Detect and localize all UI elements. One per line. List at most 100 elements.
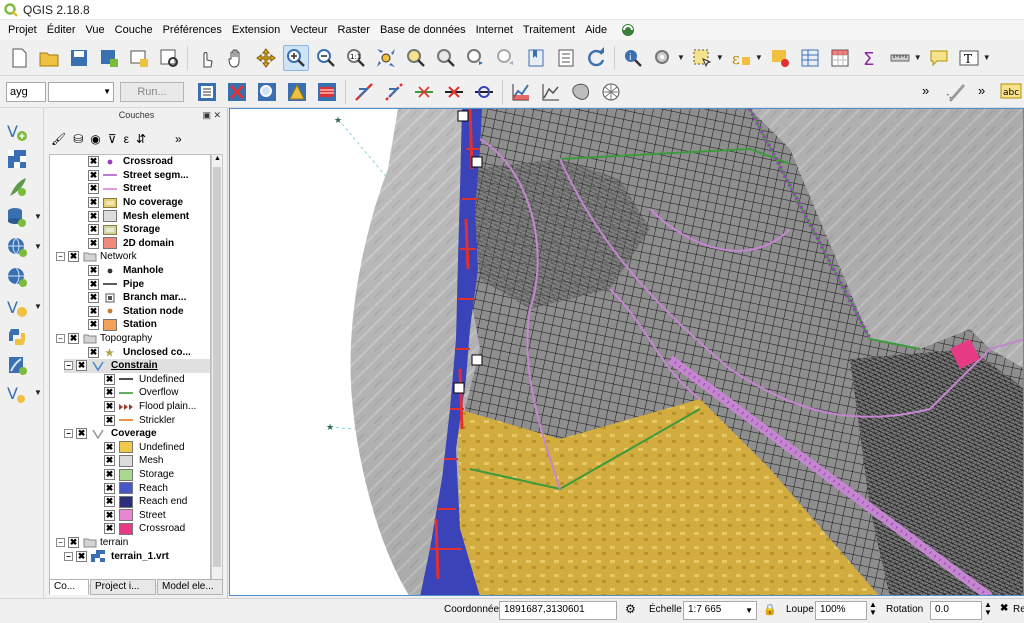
rotation-field[interactable]: 0.0 (930, 601, 982, 620)
select-features-button[interactable] (689, 45, 715, 71)
overflow-line-button[interactable] (411, 79, 437, 105)
layer-visibility-checkbox[interactable]: ✖ (88, 237, 99, 249)
panel-float-close-icons[interactable]: ▣ ✕ (202, 110, 221, 121)
layer-visibility-checkbox[interactable]: ✖ (104, 455, 115, 467)
layer-visibility-checkbox[interactable]: ✖ (88, 183, 99, 195)
layer-row[interactable]: ✖ Street (104, 509, 210, 523)
filter-icon[interactable]: ⊽ (108, 132, 117, 146)
mesh-stack-button[interactable] (314, 79, 340, 105)
add-group-icon[interactable]: ⛁ (73, 132, 83, 146)
layer-row[interactable]: ✖ No coverage (88, 196, 210, 210)
layer-visibility-checkbox[interactable]: ✖ (104, 373, 115, 385)
layer-visibility-checkbox[interactable]: ✖ (76, 550, 87, 562)
layer-group-row[interactable]: − ✖ Network (56, 250, 210, 264)
layer-visibility-checkbox[interactable]: ✖ (88, 346, 99, 358)
layer-row[interactable]: ✖ Branch mar... (88, 291, 210, 305)
run-button[interactable]: Run... (120, 81, 184, 102)
layer-visibility-checkbox[interactable]: ✖ (104, 414, 115, 426)
layer-visibility-checkbox[interactable]: ✖ (88, 278, 99, 290)
add-delimited-text-button[interactable] (5, 174, 33, 200)
layer-row[interactable]: ✖ Reach (104, 481, 210, 495)
chevron-down-icon[interactable]: ▼ (983, 53, 991, 62)
tab-couches[interactable]: Co... (49, 579, 89, 595)
expand-collapse-icon[interactable]: − (56, 538, 65, 548)
layer-row[interactable]: ✖ Street segm... (88, 169, 210, 183)
layer-row[interactable]: ✖ Storage (88, 223, 210, 237)
zoom-last-button[interactable] (463, 45, 489, 71)
layer-visibility-checkbox[interactable]: ✖ (104, 496, 115, 508)
layer-row[interactable]: ✖ Station node (88, 305, 210, 319)
save-project-button[interactable] (66, 45, 92, 71)
cross-section-button[interactable] (538, 79, 564, 105)
plugin-swirl-icon[interactable] (620, 22, 636, 38)
statistical-summary-button[interactable]: Σ (857, 45, 883, 71)
refresh-button[interactable] (583, 45, 609, 71)
draw-constrain-dashed-button[interactable] (381, 79, 407, 105)
composer-manager-button[interactable] (156, 45, 182, 71)
map-canvas[interactable]: ★ ★ (229, 108, 1024, 596)
zoom-out-button[interactable] (313, 45, 339, 71)
algorithm-select[interactable]: ayg (6, 81, 46, 102)
layer-visibility-checkbox[interactable]: ✖ (88, 292, 99, 304)
digitize-pen-icon[interactable] (945, 80, 969, 102)
menu-raster[interactable]: Raster (333, 24, 375, 36)
tab-project-info[interactable]: Project i... (90, 579, 156, 595)
rotation-spinner-icon[interactable]: ▲ ▼ (984, 601, 992, 617)
new-print-composer-button[interactable] (126, 45, 152, 71)
eye-icon[interactable]: ◉ (90, 132, 100, 146)
layer-row[interactable]: ✖ 2D domain (88, 237, 210, 251)
expand-collapse-icon[interactable]: − (56, 334, 65, 344)
menu-vue[interactable]: Vue (81, 24, 110, 36)
menu-internet[interactable]: Internet (471, 24, 518, 36)
delete-mesh-button[interactable] (224, 79, 250, 105)
chevron-down-icon[interactable]: ▼ (677, 53, 685, 62)
layer-visibility-checkbox[interactable]: ✖ (88, 224, 99, 236)
render-checkbox[interactable]: ✖ (1000, 603, 1008, 614)
layer-visibility-checkbox[interactable]: ✖ (104, 441, 115, 453)
layer-visibility-checkbox[interactable]: ✖ (104, 401, 115, 413)
cut-line-button[interactable] (441, 79, 467, 105)
layer-tree-scrollbar[interactable]: ▲ ▼ (211, 154, 223, 586)
layer-row[interactable]: ✖ Station (88, 318, 210, 332)
layer-row[interactable]: ✖ Manhole (88, 264, 210, 278)
identify-button[interactable]: i (620, 45, 646, 71)
layer-group-row[interactable]: − ✖ terrain (56, 536, 210, 550)
expand-collapse-icon[interactable]: − (64, 551, 73, 561)
deselect-all-button[interactable] (767, 45, 793, 71)
layer-row[interactable]: ✖ Strickler (104, 413, 210, 427)
magnifier-spinner-icon[interactable]: ▲ ▼ (869, 601, 877, 617)
layer-visibility-checkbox[interactable]: ✖ (88, 265, 99, 277)
action-button[interactable] (650, 45, 676, 71)
menu-base-de-donnees[interactable]: Base de données (375, 24, 471, 36)
layer-visibility-checkbox[interactable]: ✖ (88, 169, 99, 181)
surface-button[interactable] (568, 79, 594, 105)
new-bookmark-button[interactable] (523, 45, 549, 71)
panel-overflow-button[interactable]: » (175, 132, 182, 146)
layer-visibility-checkbox[interactable]: ✖ (104, 469, 115, 481)
layer-row[interactable]: − ✖ Coverage (64, 427, 210, 441)
label-abc-icon[interactable]: abc (1000, 81, 1022, 101)
menu-couche[interactable]: Couche (110, 24, 158, 36)
layer-row[interactable]: ✖ Mesh element (88, 209, 210, 223)
zoom-in-button[interactable] (283, 44, 309, 71)
menu-editer[interactable]: Éditer (42, 24, 81, 36)
pan-to-selection-button[interactable] (253, 45, 279, 71)
expand-collapse-icon[interactable]: − (64, 361, 73, 371)
layer-row[interactable]: ✖ Street (88, 182, 210, 196)
expression-filter-icon[interactable]: ε (124, 132, 129, 146)
layer-visibility-checkbox[interactable]: ✖ (104, 387, 115, 399)
layer-visibility-checkbox[interactable]: ✖ (76, 428, 87, 440)
scrollbar-thumb[interactable] (213, 167, 221, 567)
menu-aide[interactable]: Aide (580, 24, 612, 36)
text-annotation-button[interactable]: T (956, 45, 982, 71)
layer-row[interactable]: ✖ Reach end (104, 495, 210, 509)
zoom-to-selection-button[interactable] (403, 45, 429, 71)
add-wfs-layer-button[interactable]: ▼ (5, 234, 42, 260)
menu-preferences[interactable]: Préférences (158, 24, 227, 36)
add-spatialite-button[interactable] (5, 352, 33, 378)
layer-visibility-checkbox[interactable]: ✖ (104, 482, 115, 494)
profile-chart-button[interactable] (508, 79, 534, 105)
menu-vecteur[interactable]: Vecteur (285, 24, 332, 36)
layer-visibility-checkbox[interactable]: ✖ (68, 333, 79, 345)
toolbar-overflow-button[interactable]: » (978, 83, 985, 98)
